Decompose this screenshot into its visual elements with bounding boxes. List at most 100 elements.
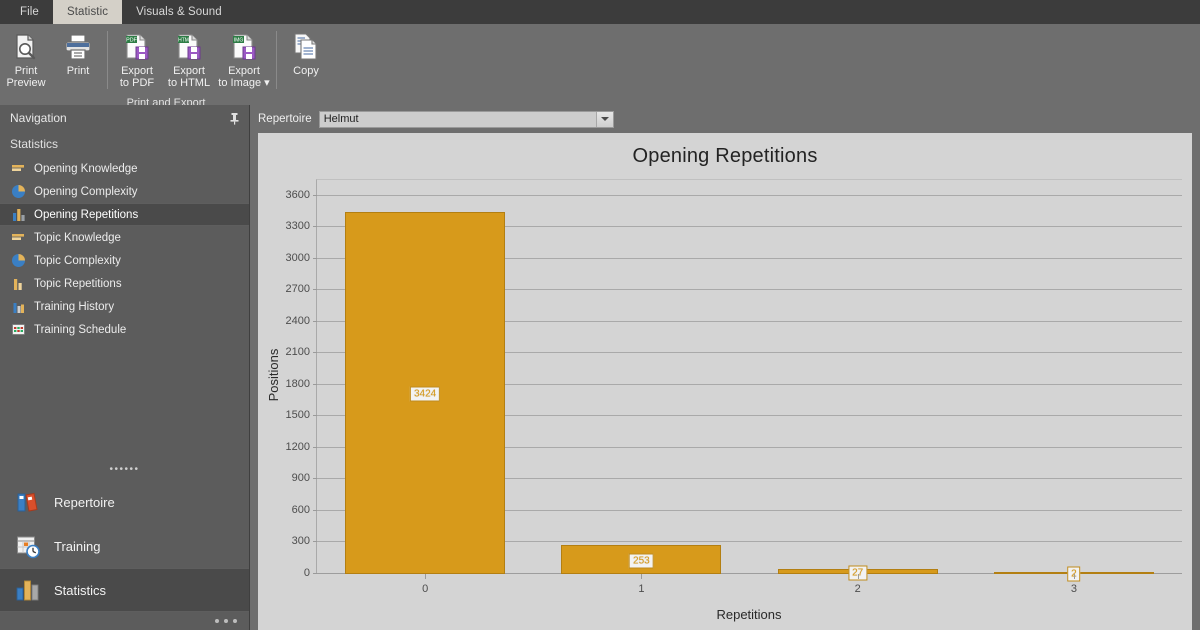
export-to-image-button[interactable]: IMG Export to Image ▾ (215, 27, 273, 91)
pie-chart-icon (10, 184, 26, 200)
tab-file[interactable]: File (6, 0, 53, 24)
repertoire-toolbar: Repertoire Helmut (250, 105, 1200, 133)
x-tick-label: 0 (422, 583, 429, 595)
export-image-icon: IMG (227, 31, 261, 63)
export-to-image-label: Export to Image ▾ (218, 65, 270, 89)
copy-icon (289, 31, 323, 63)
sidebar-item-topic-repetitions[interactable]: Topic Repetitions (0, 272, 249, 295)
y-tick-label: 2100 (285, 346, 310, 359)
sidebar-item-label: Training History (34, 300, 115, 313)
y-tick-mark (313, 415, 317, 417)
print-preview-button[interactable]: Print Preview (0, 27, 52, 91)
sidebar-module-repertoire[interactable]: Repertoire (0, 480, 249, 524)
sidebar-item-label: Training Schedule (34, 323, 127, 336)
sidebar-item-training-schedule[interactable]: Training Schedule (0, 318, 249, 341)
copy-label: Copy (293, 65, 319, 77)
main-body: Navigation Statistics Opening Knowledge … (0, 105, 1200, 630)
y-tick-mark (313, 478, 317, 480)
footer-dot (215, 619, 219, 623)
sidebar-module-statistics[interactable]: Statistics (0, 568, 249, 612)
y-axis-label-holder: Positions (266, 175, 288, 574)
print-button[interactable]: Print (52, 27, 104, 79)
printer-icon (61, 31, 95, 63)
y-tick-label: 2400 (285, 314, 310, 327)
x-axis-label: Repetitions (716, 607, 782, 622)
y-gridline: 3600 (286, 189, 1182, 201)
tab-statistic[interactable]: Statistic (52, 0, 123, 24)
tab-visuals-and-sound[interactable]: Visuals & Sound (122, 0, 236, 24)
calendar-clock-icon (14, 532, 42, 560)
x-tick-mark (425, 574, 427, 579)
y-tick-label: 2700 (285, 283, 310, 296)
history-chart-icon (10, 299, 26, 315)
sidebar-item-training-history[interactable]: Training History (0, 295, 249, 318)
sidebar-item-label: Topic Knowledge (34, 231, 121, 244)
x-tick-label: 2 (854, 583, 861, 595)
bar-chart-icon (10, 207, 26, 223)
y-tick-label: 300 (291, 535, 310, 548)
plot-area: 0 300 600 900 1200 1500 1800 2100 2400 2700 3000 33… (286, 179, 1182, 595)
copy-button[interactable]: Copy (280, 27, 332, 79)
y-tick-mark (313, 226, 317, 228)
export-to-html-button[interactable]: HTM Export to HTML (163, 27, 215, 91)
chevron-down-icon[interactable] (595, 111, 613, 127)
pin-icon[interactable] (228, 112, 241, 125)
sidebar-item-label: Opening Repetitions (34, 208, 139, 221)
caret (600, 117, 609, 121)
bar-chart-icon (10, 276, 26, 292)
export-to-pdf-button[interactable]: PDF Export to PDF (111, 27, 163, 91)
export-to-pdf-label: Export to PDF (119, 65, 155, 89)
navigation-title: Navigation (10, 111, 67, 125)
export-pdf-icon: PDF (120, 31, 154, 63)
plot-wrapper: Positions 0 300 600 900 1200 1500 1800 2100 2400… (258, 175, 1192, 630)
ribbon-separator-1 (107, 31, 108, 89)
x-tick-mark (857, 574, 859, 579)
sidebar-module-label: Statistics (54, 582, 107, 598)
x-tick-mark (1073, 574, 1075, 579)
print-label: Print (66, 65, 90, 77)
pie-chart-icon (10, 253, 26, 269)
y-tick-label: 3300 (285, 220, 310, 233)
sidebar-item-label: Topic Complexity (34, 254, 121, 267)
y-tick-label: 900 (291, 472, 310, 485)
sidebar-resize-grip[interactable]: •••••• (0, 460, 249, 480)
bar-value-label: 3424 (410, 386, 441, 402)
y-tick-label: 600 (291, 503, 310, 516)
y-tick-mark (313, 573, 317, 574)
bar-chart-color-icon (14, 576, 42, 604)
footer-dot (224, 619, 228, 623)
y-tick-mark (313, 289, 317, 291)
svg-text:HTM: HTM (178, 38, 189, 44)
y-tick-label: 3000 (285, 251, 310, 264)
repertoire-select[interactable]: Helmut (318, 110, 614, 128)
x-tick-mark (641, 574, 643, 579)
sidebar-item-opening-knowledge[interactable]: Opening Knowledge (0, 157, 249, 180)
y-tick-label: 1200 (285, 440, 310, 453)
svg-text:IMG: IMG (234, 38, 244, 44)
bar-horizontal-icon (10, 230, 26, 246)
footer-dot (233, 619, 237, 623)
print-preview-icon (9, 31, 43, 63)
chart-title: Opening Repetitions (632, 145, 818, 167)
x-tick-label: 1 (638, 583, 645, 595)
sidebar-module-label: Training (54, 538, 101, 554)
sidebar-module-label: Repertoire (54, 494, 115, 510)
calendar-icon (10, 322, 26, 338)
navigation-header: Navigation (0, 105, 249, 131)
sidebar-item-opening-complexity[interactable]: Opening Complexity (0, 180, 249, 203)
print-preview-label: Print Preview (6, 65, 46, 89)
sidebar-module-training[interactable]: Training (0, 524, 249, 568)
sidebar-item-opening-repetitions[interactable]: Opening Repetitions (0, 203, 249, 226)
ribbon-tabstrip: File Statistic Visuals & Sound (0, 0, 1200, 24)
sidebar-footer-options[interactable] (0, 612, 249, 630)
y-tick-label: 3600 (285, 188, 310, 201)
chart-panel: Opening Repetitions Positions 0 300 600 900… (258, 133, 1192, 630)
y-tick-mark (313, 509, 317, 511)
sidebar-item-topic-knowledge[interactable]: Topic Knowledge (0, 226, 249, 249)
repertoire-selected-value: Helmut (323, 113, 359, 125)
y-tick-mark (313, 541, 317, 543)
sidebar-item-topic-complexity[interactable]: Topic Complexity (0, 249, 249, 272)
content-area: Repertoire Helmut Opening Repetitions Po… (250, 105, 1200, 630)
navigation-section-title: Statistics (10, 137, 59, 151)
repertoire-label: Repertoire (258, 113, 312, 125)
